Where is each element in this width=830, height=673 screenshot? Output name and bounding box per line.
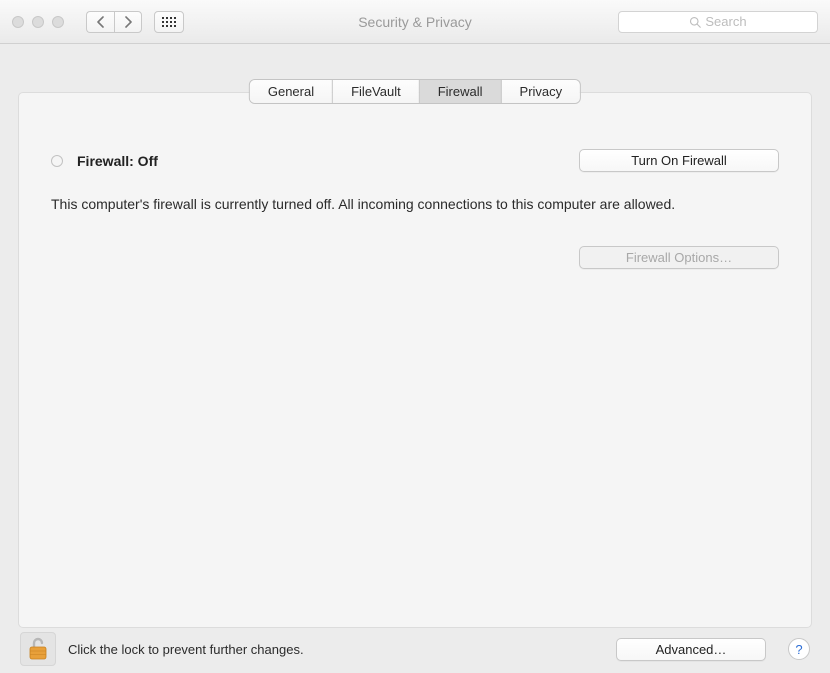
firewall-options-button[interactable]: Firewall Options… [579, 246, 779, 269]
minimize-window-button[interactable] [32, 16, 44, 28]
firewall-status-row: Firewall: Off Turn On Firewall [51, 149, 779, 172]
tab-filevault[interactable]: FileVault [333, 80, 420, 103]
unlocked-lock-icon [27, 637, 49, 661]
firewall-panel: Firewall: Off Turn On Firewall This comp… [18, 92, 812, 628]
zoom-window-button[interactable] [52, 16, 64, 28]
advanced-button[interactable]: Advanced… [616, 638, 766, 661]
lock-hint: Click the lock to prevent further change… [68, 642, 304, 657]
close-window-button[interactable] [12, 16, 24, 28]
chevron-left-icon [96, 16, 105, 28]
show-all-button[interactable] [154, 11, 184, 33]
tabs: GeneralFileVaultFirewallPrivacy [250, 80, 580, 103]
grid-icon [162, 17, 176, 27]
tab-privacy[interactable]: Privacy [502, 80, 581, 103]
nav-group [86, 11, 142, 33]
firewall-status-indicator-icon [51, 155, 63, 167]
tab-general[interactable]: General [250, 80, 333, 103]
turn-on-firewall-button[interactable]: Turn On Firewall [579, 149, 779, 172]
firewall-description: This computer's firewall is currently tu… [51, 194, 691, 216]
search-icon [689, 16, 701, 28]
window-controls [12, 16, 64, 28]
firewall-status-label: Firewall: Off [77, 153, 158, 169]
chevron-right-icon [124, 16, 133, 28]
window-body: GeneralFileVaultFirewallPrivacy Firewall… [0, 44, 830, 673]
help-button[interactable]: ? [788, 638, 810, 660]
back-button[interactable] [86, 11, 114, 33]
titlebar: Security & Privacy Search [0, 0, 830, 44]
search-input[interactable]: Search [618, 11, 818, 33]
footer: Click the lock to prevent further change… [0, 625, 830, 673]
lock-button[interactable] [20, 632, 56, 666]
tab-firewall[interactable]: Firewall [420, 80, 502, 103]
search-placeholder: Search [705, 14, 746, 29]
forward-button[interactable] [114, 11, 142, 33]
